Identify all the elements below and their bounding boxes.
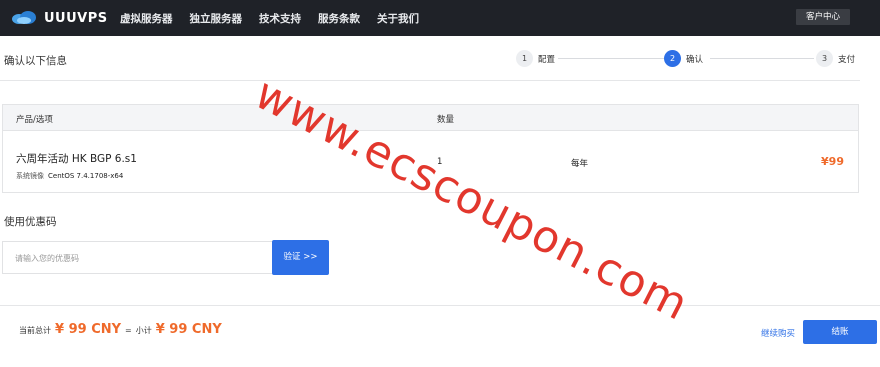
divider <box>0 305 880 306</box>
step-config: 1 配置 <box>516 50 555 67</box>
total-amount: ¥ 99 CNY <box>55 322 122 337</box>
os-value: CentOS 7.4.1708-x64 <box>48 172 124 180</box>
equals-sign: = <box>125 326 132 335</box>
billing-cycle: 每年 <box>571 159 589 169</box>
client-center-button[interactable]: 客户中心 <box>796 9 850 25</box>
step-connector <box>558 58 664 59</box>
subtotal-amount: ¥ 99 CNY <box>155 322 222 337</box>
order-total: 当前总计 ¥ 99 CNY = 小计 ¥ 99 CNY <box>19 322 226 337</box>
step-label: 确认 <box>686 54 704 65</box>
continue-shopping-link[interactable]: 继续购买 <box>761 327 795 339</box>
checkout-steps: 1 配置 2 确认 3 支付 <box>516 50 860 68</box>
step-number: 1 <box>516 50 533 67</box>
step-label: 配置 <box>538 54 556 65</box>
nav-item-tech-support[interactable]: 技术支持 <box>259 11 301 26</box>
coupon-section-title: 使用优惠码 <box>4 216 57 228</box>
cloud-logo-icon <box>12 11 38 25</box>
table-header: 产品/选项 数量 <box>3 105 858 131</box>
divider <box>0 80 860 81</box>
coupon-input[interactable]: 请输入您的优惠码 <box>2 241 272 274</box>
main-nav: 虚拟服务器 独立服务器 技术支持 服务条款 关于我们 <box>120 0 436 36</box>
step-number: 3 <box>816 50 833 67</box>
order-table: 产品/选项 数量 六周年活动 HK BGP 6.s1 系统镜像 CentOS 7.… <box>2 104 859 193</box>
brand-name: UUUVPS <box>44 10 108 26</box>
step-confirm: 2 确认 <box>664 50 703 67</box>
product-qty: 1 <box>437 157 443 167</box>
header-product: 产品/选项 <box>16 115 53 125</box>
logo[interactable]: UUUVPS <box>12 8 108 28</box>
step-pay: 3 支付 <box>816 50 855 67</box>
step-connector <box>710 58 814 59</box>
checkout-button[interactable]: 结账 <box>803 320 877 344</box>
nav-item-about[interactable]: 关于我们 <box>377 11 419 26</box>
subtotal-label: 小计 <box>135 326 152 335</box>
step-label: 支付 <box>838 54 856 65</box>
top-navbar: UUUVPS 虚拟服务器 独立服务器 技术支持 服务条款 关于我们 客户中心 <box>0 0 880 36</box>
nav-item-terms[interactable]: 服务条款 <box>318 11 360 26</box>
nav-item-dedicated-server[interactable]: 独立服务器 <box>190 11 243 26</box>
total-label: 当前总计 <box>19 326 51 335</box>
os-label: 系统镜像 <box>16 172 44 180</box>
product-os: 系统镜像 CentOS 7.4.1708-x64 <box>16 171 123 181</box>
product-price: ¥99 <box>821 155 844 168</box>
product-name: 六周年活动 HK BGP 6.s1 <box>16 153 137 165</box>
page-title: 确认以下信息 <box>4 55 67 67</box>
nav-item-virtual-server[interactable]: 虚拟服务器 <box>120 11 173 26</box>
verify-coupon-button[interactable]: 验证 >> <box>272 240 329 275</box>
step-number: 2 <box>664 50 681 67</box>
header-qty: 数量 <box>437 115 455 125</box>
